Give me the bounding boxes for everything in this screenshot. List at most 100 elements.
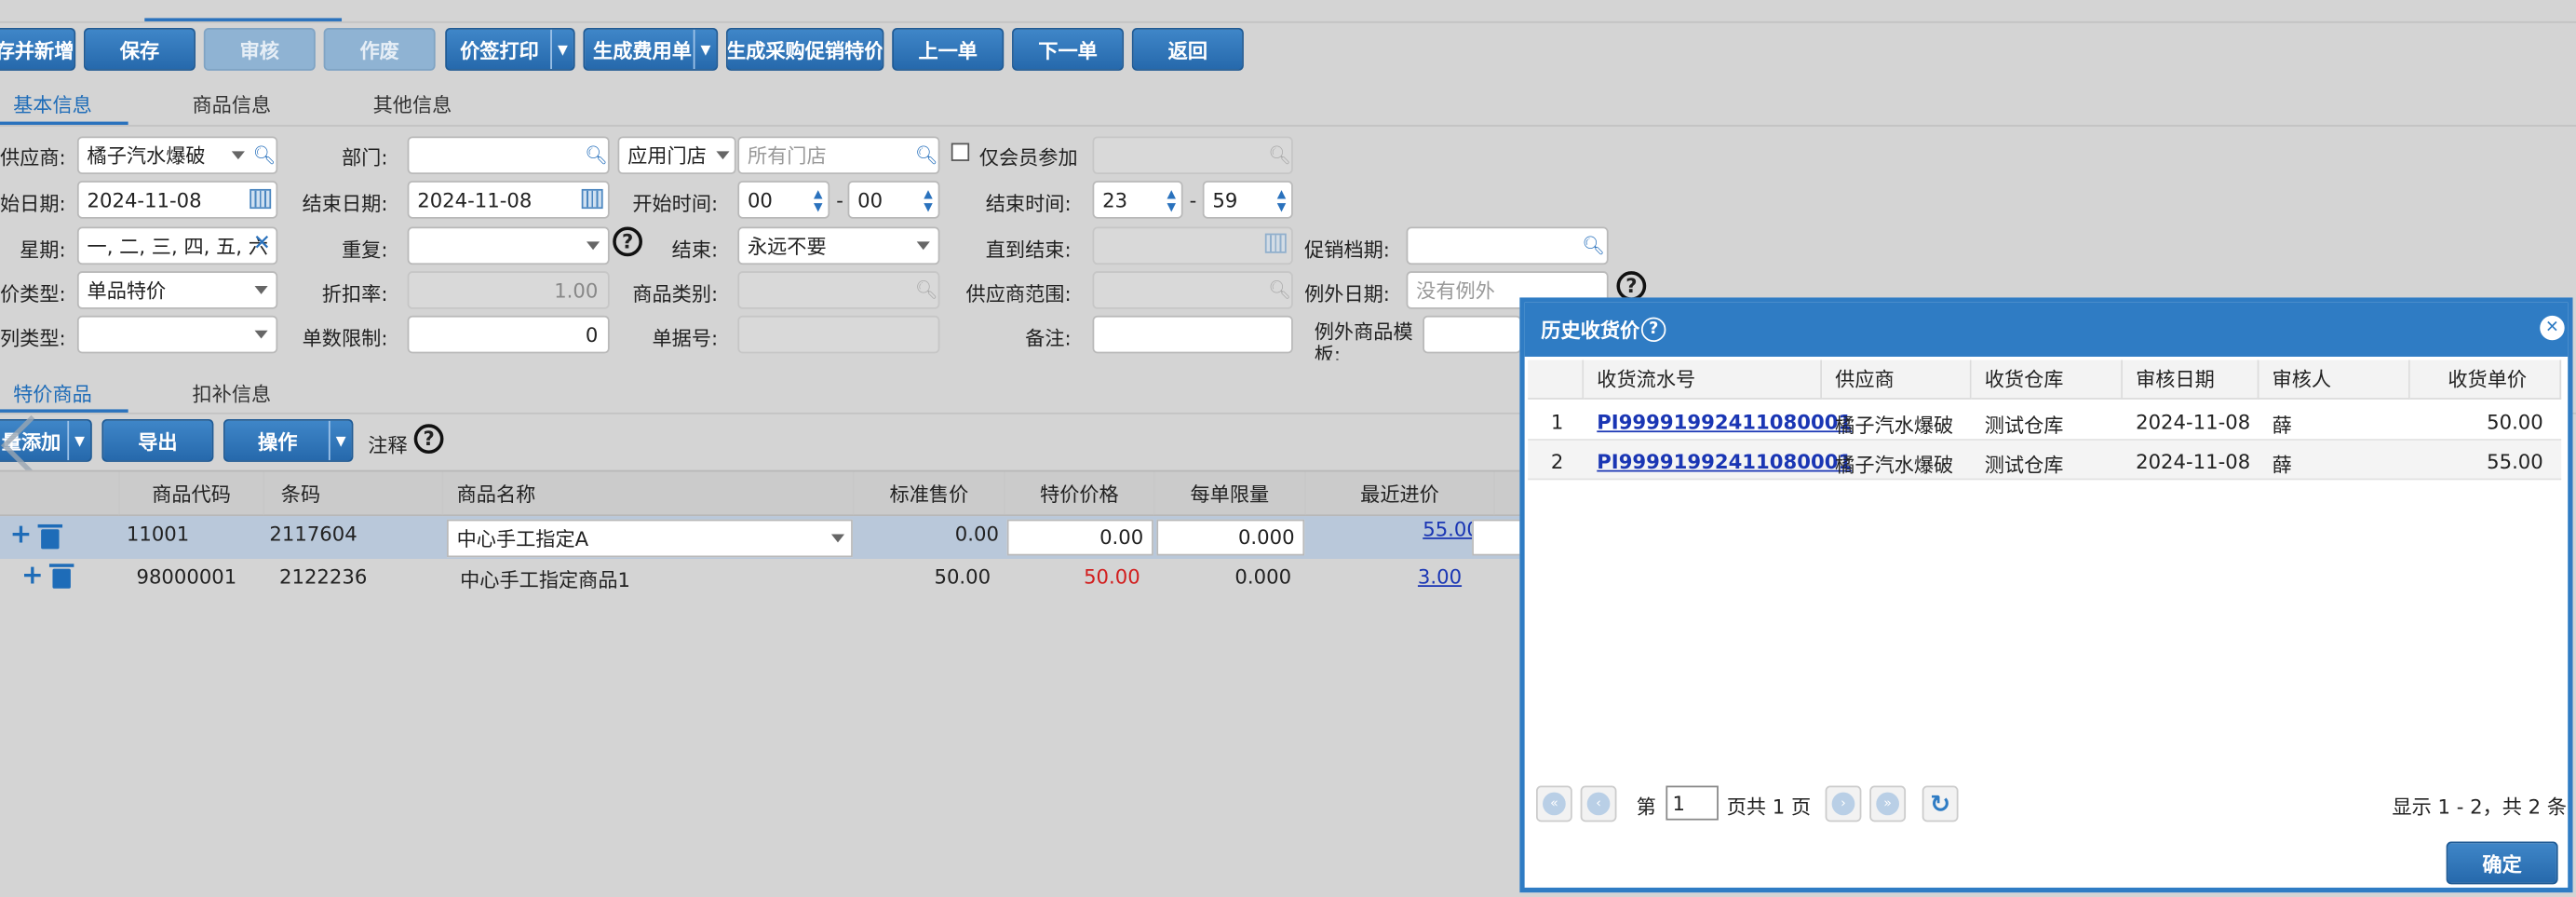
- clear-icon[interactable]: ✕: [253, 232, 271, 256]
- row-name-select[interactable]: 中心手工指定A: [446, 519, 853, 558]
- grid-col-barcode[interactable]: 条码: [264, 471, 444, 515]
- dialog-col-auditor[interactable]: 审核人: [2259, 360, 2410, 400]
- chevron-down-icon[interactable]: [254, 286, 268, 294]
- void-button[interactable]: 作废: [323, 27, 436, 71]
- help-icon[interactable]: ?: [413, 424, 444, 455]
- chevron-down-icon[interactable]: [254, 330, 268, 339]
- price-type-select[interactable]: 单品特价: [76, 271, 278, 309]
- dialog-col-price[interactable]: 收货单价: [2409, 360, 2562, 400]
- spinner-icon[interactable]: ▲ ▼: [920, 183, 937, 217]
- row-special-price-input[interactable]: 0.00: [1006, 519, 1153, 556]
- weekday-field[interactable]: 一, 二, 三, 四, 五, 六: [76, 226, 278, 265]
- add-row-icon[interactable]: +: [21, 559, 44, 591]
- export-button[interactable]: 导出: [101, 418, 214, 462]
- dialog-row-serial-link[interactable]: PI99991992411080001: [1597, 411, 1852, 434]
- repeat-select[interactable]: [407, 226, 610, 265]
- first-page-button[interactable]: «: [1535, 785, 1572, 822]
- row-extra-input[interactable]: [1472, 519, 1522, 556]
- confirm-button[interactable]: 确定: [2446, 841, 2558, 885]
- search-icon[interactable]: 🔍︎: [1268, 279, 1291, 301]
- audit-button[interactable]: 审核: [203, 27, 316, 71]
- delete-icon[interactable]: [48, 564, 74, 589]
- remark-field[interactable]: [1092, 315, 1293, 354]
- start-date-field[interactable]: 2024-11-08: [76, 181, 278, 219]
- chevron-down-icon[interactable]: [586, 241, 600, 251]
- spinner-icon[interactable]: ▲ ▼: [1274, 183, 1290, 217]
- grid-col-recent-price[interactable]: 最近进价: [1306, 471, 1495, 515]
- next-page-button[interactable]: ›: [1825, 785, 1862, 822]
- tab-goods-info[interactable]: 商品信息: [192, 90, 271, 118]
- gen-purchase-promo-button[interactable]: 生成采购促销特价: [725, 27, 884, 71]
- tab-other-info[interactable]: 其他信息: [373, 90, 452, 118]
- dialog-col-supplier[interactable]: 供应商: [1822, 360, 1972, 400]
- until-date-field[interactable]: [1092, 226, 1293, 265]
- calendar-icon[interactable]: [250, 188, 272, 210]
- chevron-down-icon[interactable]: ▼: [328, 420, 352, 461]
- member-level-field[interactable]: [1092, 136, 1293, 175]
- search-icon[interactable]: 🔍︎: [585, 144, 608, 166]
- last-page-button[interactable]: »: [1869, 785, 1907, 822]
- grid-col-code[interactable]: 商品代码: [120, 471, 265, 515]
- spinner-icon[interactable]: ▲ ▼: [1163, 183, 1180, 217]
- supplier-field[interactable]: 橘子汽水爆破: [76, 136, 278, 175]
- chevron-down-icon[interactable]: ▼: [550, 29, 573, 70]
- row-recent-price-link[interactable]: 55.00: [1423, 518, 1479, 541]
- grid-col-std-price[interactable]: 标准售价: [855, 471, 1005, 515]
- page-number-input[interactable]: 1: [1666, 785, 1719, 821]
- search-icon[interactable]: 🔍︎: [1582, 235, 1605, 256]
- search-icon[interactable]: 🔍︎: [915, 279, 938, 301]
- row-limit-input[interactable]: 0.000: [1156, 519, 1305, 556]
- search-icon[interactable]: 🔍︎: [1268, 144, 1291, 166]
- search-icon[interactable]: 🔍︎: [915, 144, 938, 166]
- promo-period-field[interactable]: [1406, 226, 1609, 265]
- chevron-down-icon[interactable]: [231, 151, 245, 160]
- supplier-range-field[interactable]: [1092, 271, 1293, 309]
- chevron-down-icon[interactable]: [716, 151, 730, 160]
- end-date-field[interactable]: 2024-11-08: [407, 181, 610, 219]
- chevron-down-icon[interactable]: ▼: [693, 29, 717, 70]
- row-recent-price-link[interactable]: 3.00: [1418, 565, 1462, 589]
- category-field[interactable]: [737, 271, 940, 309]
- chevron-down-icon[interactable]: [916, 241, 930, 251]
- prev-button[interactable]: 上一单: [892, 27, 1005, 71]
- end-select[interactable]: 永远不要: [737, 226, 940, 265]
- help-icon[interactable]: ?: [1616, 271, 1647, 301]
- discount-field[interactable]: 1.00: [407, 271, 610, 309]
- chevron-down-icon[interactable]: [830, 534, 845, 543]
- delete-icon[interactable]: [37, 523, 63, 550]
- close-icon[interactable]: ✕: [2540, 315, 2565, 341]
- grid-col-special-price[interactable]: 特价价格: [1005, 471, 1155, 515]
- dialog-col-warehouse[interactable]: 收货仓库: [1971, 360, 2123, 400]
- operate-button[interactable]: 操作 ▼: [223, 418, 354, 462]
- refresh-button[interactable]: ↻: [1922, 785, 1959, 822]
- calendar-icon[interactable]: [1264, 233, 1287, 253]
- grid-col-limit[interactable]: 每单限量: [1155, 471, 1306, 515]
- save-and-new-button[interactable]: 存并新增: [0, 27, 76, 71]
- search-icon[interactable]: 🔍︎: [253, 144, 276, 166]
- exception-goods-field[interactable]: [1423, 315, 1522, 354]
- prev-page-button[interactable]: ‹: [1580, 785, 1617, 822]
- add-row-icon[interactable]: +: [10, 518, 33, 550]
- next-button[interactable]: 下一单: [1012, 27, 1125, 71]
- grid-col-name[interactable]: 商品名称: [443, 471, 855, 515]
- store-field[interactable]: 所有门店: [737, 136, 940, 175]
- tab-deduction-info[interactable]: 扣补信息: [192, 380, 271, 408]
- doc-no-field[interactable]: [737, 315, 940, 354]
- limit-field[interactable]: 0: [407, 315, 610, 354]
- ex-type-select[interactable]: [76, 315, 278, 354]
- calendar-icon[interactable]: [581, 188, 603, 210]
- tab-basic-info[interactable]: 基本信息: [13, 90, 92, 118]
- dialog-col-date[interactable]: 审核日期: [2122, 360, 2259, 400]
- help-icon[interactable]: ?: [1640, 317, 1666, 343]
- chevron-down-icon[interactable]: ▼: [67, 420, 90, 461]
- help-icon[interactable]: ?: [613, 226, 642, 257]
- spinner-icon[interactable]: ▲ ▼: [810, 183, 827, 217]
- top-tab-active[interactable]: [144, 0, 343, 21]
- save-button[interactable]: 保存: [83, 27, 196, 71]
- dept-field[interactable]: [407, 136, 610, 175]
- tab-special-goods[interactable]: 特价商品: [13, 380, 92, 408]
- member-only-checkbox[interactable]: [951, 143, 970, 161]
- dialog-col-serial[interactable]: 收货流水号: [1584, 360, 1823, 400]
- gen-expense-button[interactable]: 生成费用单 ▼: [583, 27, 719, 71]
- back-button[interactable]: 返回: [1131, 27, 1244, 71]
